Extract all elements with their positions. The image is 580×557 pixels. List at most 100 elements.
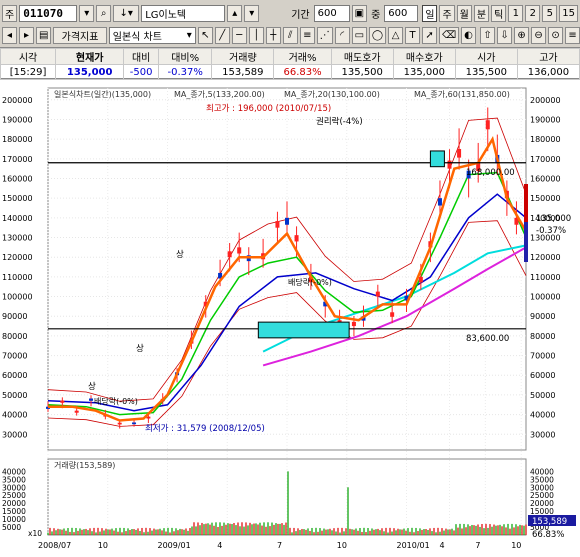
stock-code-input[interactable]: 011070	[19, 4, 78, 22]
indicator-button[interactable]: 가격지표	[53, 26, 107, 44]
candle-body	[375, 291, 380, 297]
scroll-up-button[interactable]: ⇧	[480, 26, 496, 44]
y-tick-left: 60000	[2, 371, 27, 380]
quote-value-6: 135,500	[330, 64, 394, 80]
up-arrow-icon: ▴	[232, 7, 238, 19]
line-tool[interactable]: ╱	[214, 26, 230, 44]
triangle-tool[interactable]: △	[388, 26, 404, 44]
up-arrow-icon: ⇧	[483, 29, 492, 41]
sort-button[interactable]: ↓▾	[113, 4, 140, 22]
period-button-6[interactable]: 2	[525, 4, 541, 22]
quote-header-1: 현재가	[55, 48, 125, 65]
y-tick-right: 30000	[530, 430, 555, 439]
fit-icon: ⊙	[551, 29, 560, 41]
y-tick-right: 110000	[530, 273, 561, 282]
candle-body	[132, 422, 137, 425]
y-tick-left: 30000	[2, 430, 27, 439]
nav-next-button[interactable]: ▸	[19, 26, 34, 44]
search-button[interactable]: ⌕	[96, 4, 112, 22]
price-legend: 일본식차트(일간)(135,000)	[54, 89, 151, 99]
period-button-4[interactable]: 틱	[491, 4, 507, 22]
palette-icon: ◐	[464, 29, 473, 41]
pointer-tool[interactable]: ↖	[197, 26, 213, 44]
candle-body	[351, 321, 356, 327]
price-chart-svg[interactable]: 30000 30000 40000 40000 50000 50000 60000 60000…	[0, 80, 580, 557]
color-tool[interactable]: ◐	[461, 26, 477, 44]
zoom-in-button[interactable]: ⊕	[514, 26, 530, 44]
channel-icon: ⫽	[288, 29, 293, 41]
candle-body	[485, 120, 490, 130]
volume-tick-left: 10000	[2, 515, 26, 524]
vline-tool[interactable]: │	[248, 26, 264, 44]
highlight-box-bottom[interactable]	[257, 321, 350, 339]
rect-tool[interactable]: ▭	[351, 26, 367, 44]
period-input[interactable]: 600	[313, 4, 350, 22]
period-button-0[interactable]: 일	[422, 4, 438, 22]
more-button[interactable]: ≡	[565, 26, 580, 44]
scroll-down-button[interactable]: ⇩	[497, 26, 513, 44]
volume-tick-right: 25000	[530, 491, 554, 500]
down-arrow-icon: ⇩	[500, 29, 509, 41]
y-tick-right: 200000	[530, 96, 561, 105]
arrow-tool[interactable]: ➚	[422, 26, 438, 44]
y-tick-left: 160000	[2, 175, 33, 184]
down-arrow-icon: ▾	[249, 7, 255, 19]
period-button-3[interactable]: 분	[473, 4, 490, 22]
y-tick-right: 70000	[530, 352, 555, 361]
settings-button[interactable]: ▤	[36, 26, 52, 44]
quote-header-0: 시각	[0, 48, 57, 65]
fan-tool[interactable]: ⋰	[316, 26, 333, 44]
y-tick-right: 170000	[530, 155, 561, 164]
triangle-icon: △	[391, 29, 400, 41]
quote-header-9: 고가	[516, 48, 580, 65]
low-annotation: 최저가 : 31,579 (2008/12/05)	[145, 423, 265, 434]
quote-value-row: [15:29] 135,000 -500 -0.37% 153,589 66.83% 135…	[0, 64, 580, 80]
crosshair-icon: ┼	[270, 29, 277, 41]
channel-tool[interactable]: ⫽	[282, 26, 298, 44]
rights-annotation: 권리락(-4%)	[316, 116, 363, 127]
count-input[interactable]: 600	[384, 4, 419, 22]
market-selector[interactable]: 주	[2, 4, 18, 22]
quote-header-row: 시각 현재가 대비 대비% 거래량 거래% 매도호가 매수호가 시가 고가	[0, 48, 580, 65]
candle-body	[285, 217, 289, 225]
highlight-box-top[interactable]	[429, 150, 445, 168]
zoom-reset-button[interactable]: ⊙	[548, 26, 564, 44]
arc-icon: ◜	[340, 29, 345, 41]
period-buttons: 일 주 월 분 틱 1 2 5 15	[422, 4, 579, 22]
prev-stock-button[interactable]: ▴	[227, 4, 243, 22]
quote-header-2: 대비	[123, 48, 160, 65]
cross-tool[interactable]: ┼	[265, 26, 281, 44]
period-button-5[interactable]: 1	[508, 4, 524, 22]
right-arrow-icon: ▸	[23, 29, 30, 41]
fibo-tool[interactable]: ≡	[299, 26, 315, 44]
arc-tool[interactable]: ◜	[334, 26, 350, 44]
ellipse-icon: ◯	[371, 29, 384, 41]
y-tick-right: 80000	[530, 332, 555, 341]
current-price-label: 135,000	[536, 214, 571, 224]
nav-prev-button[interactable]: ◂	[2, 26, 17, 44]
period-button-1[interactable]: 주	[439, 4, 455, 22]
quote-header-6: 매도호가	[330, 48, 394, 65]
hline-tool[interactable]: ─	[231, 26, 247, 44]
next-stock-button[interactable]: ▾	[244, 4, 260, 22]
period-button-8[interactable]: 15	[559, 4, 579, 22]
eraser-tool[interactable]: ⌫	[439, 26, 460, 44]
ellipse-tool[interactable]: ◯	[368, 26, 387, 44]
note-icon: ▤	[38, 29, 49, 41]
y-tick-left: 130000	[2, 234, 33, 243]
arrow-icon: ➚	[425, 29, 434, 41]
chart-type-select[interactable]: 일본식 차트 ▾	[108, 26, 196, 44]
zoom-out-button[interactable]: ⊖	[531, 26, 547, 44]
quote-value-7: 135,000	[392, 64, 456, 80]
candle-body	[457, 148, 462, 158]
chart-area[interactable]: 30000 30000 40000 40000 50000 50000 60000 60000…	[0, 80, 580, 557]
text-tool[interactable]: T	[405, 26, 421, 44]
period-toggle[interactable]: ▣	[351, 4, 368, 22]
period-button-2[interactable]: 월	[456, 4, 472, 22]
y-tick-left: 100000	[2, 293, 33, 302]
period-button-7[interactable]: 5	[542, 4, 558, 22]
reference-line-label: 168,000.00	[466, 168, 515, 178]
candle-body	[447, 160, 452, 169]
candle-body	[74, 410, 79, 413]
code-dropdown-button[interactable]: ▾	[79, 4, 95, 22]
